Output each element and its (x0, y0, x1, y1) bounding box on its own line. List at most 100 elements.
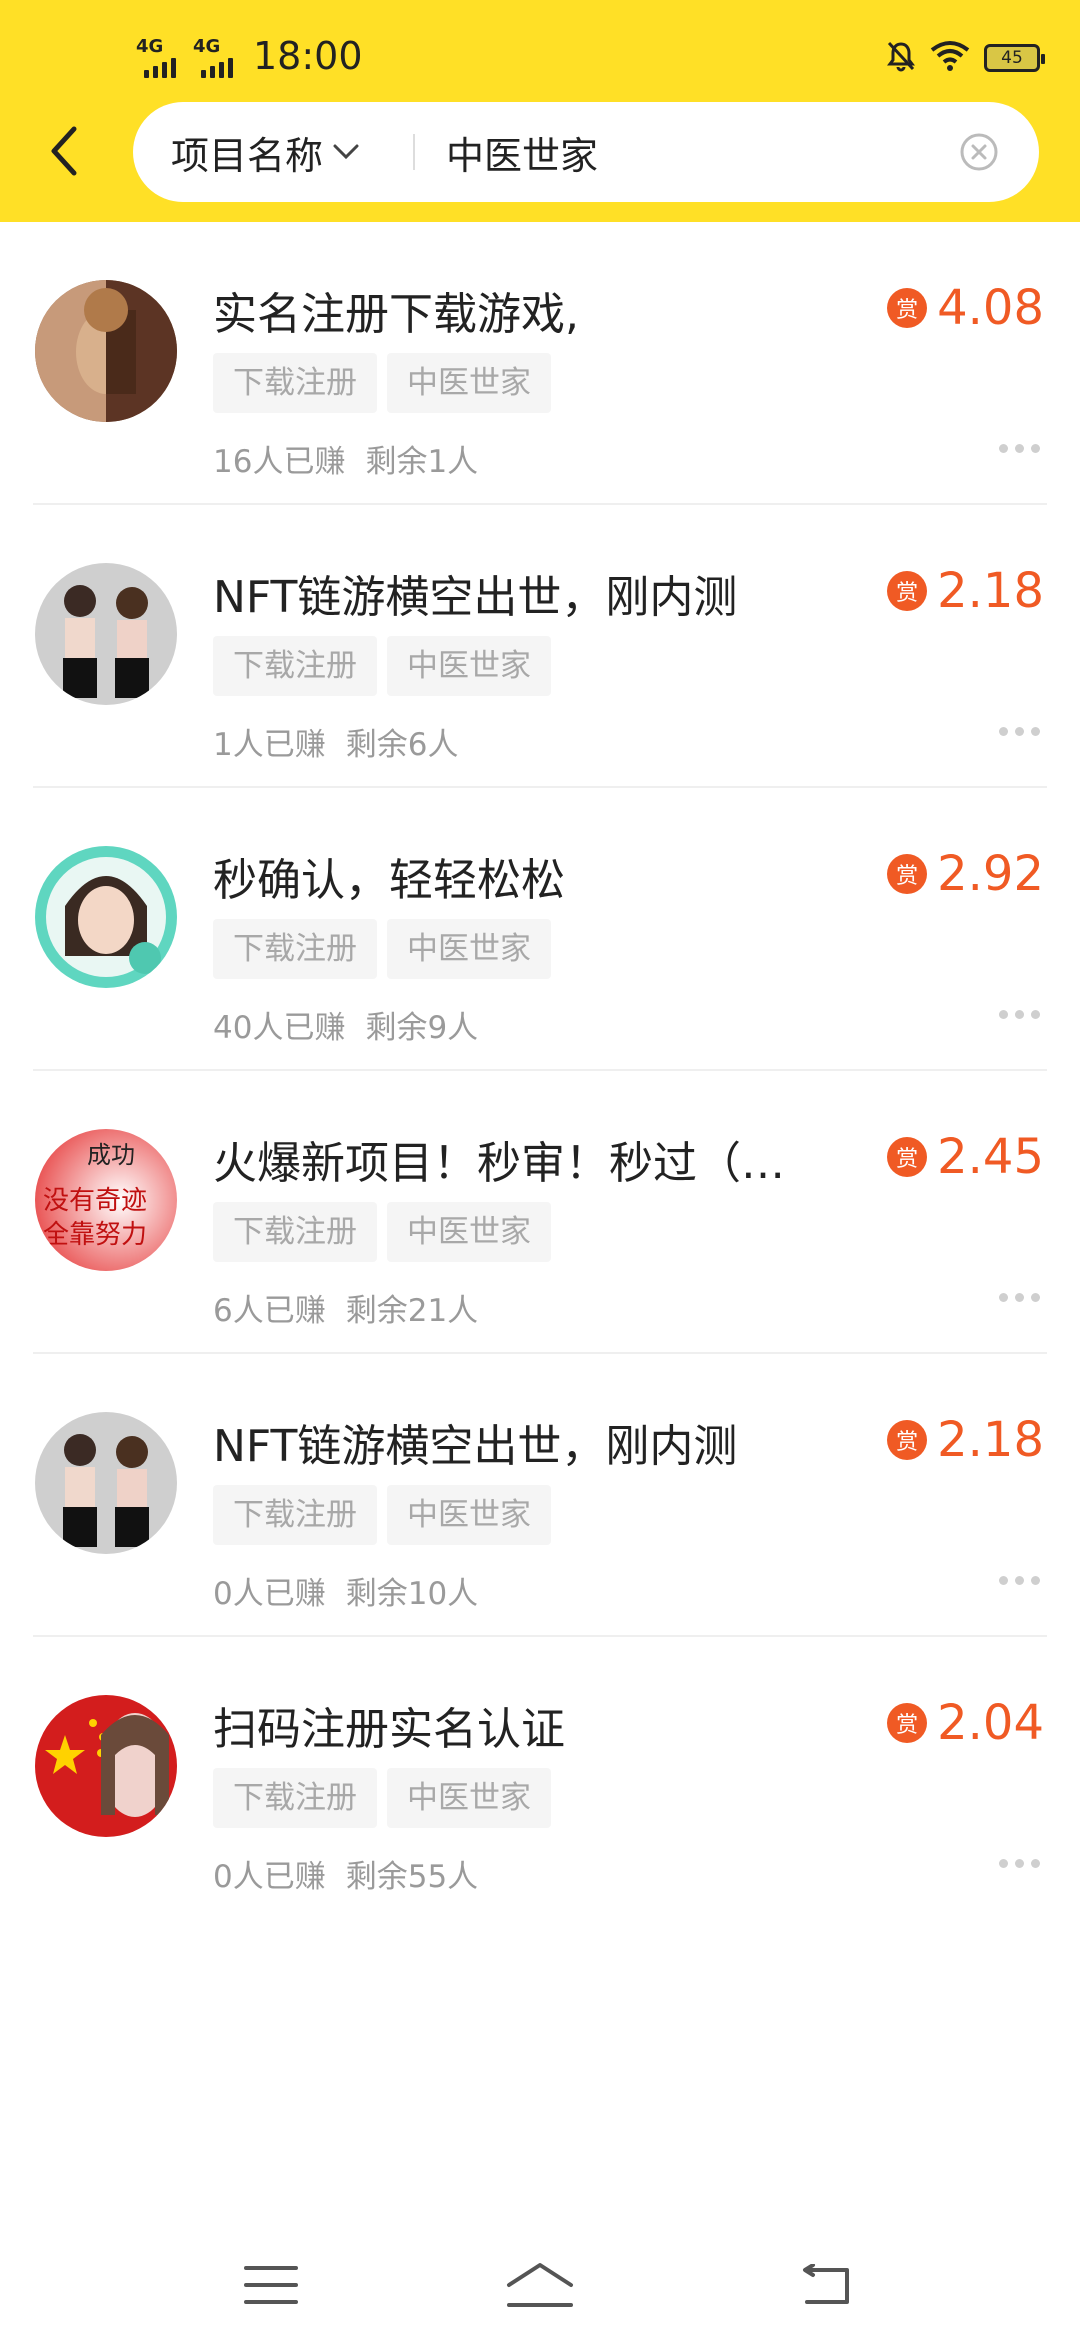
task-title: 秒确认，轻轻松松 (213, 855, 565, 906)
reward: 赏 2.92 (887, 846, 1044, 902)
wifi-icon (930, 40, 970, 76)
back-arrow-icon (51, 126, 77, 176)
reward-badge-icon: 赏 (887, 1137, 928, 1177)
status-time: 18:00 (253, 34, 363, 78)
task-tag: 中医世家 (387, 353, 551, 413)
motto-text-avatar: 成功 没有奇迹 全靠努力 (35, 1129, 177, 1271)
reward-amount: 2.45 (937, 1129, 1044, 1185)
task-title: NFT链游横空出世，刚内测 (213, 572, 738, 623)
task-tag: 下载注册 (213, 1485, 377, 1545)
reward: 赏 4.08 (887, 280, 1044, 336)
chevron-down-icon (333, 144, 359, 160)
task-title: NFT链游横空出世，刚内测 (213, 1421, 738, 1472)
motto-line-2: 没有奇迹 (43, 1186, 147, 1216)
task-stats: 6人已赚 剩余21人 (213, 1285, 478, 1330)
task-tags: 下载注册 中医世家 (213, 353, 551, 413)
task-stats: 0人已赚 剩余55人 (213, 1851, 478, 1896)
earned-count: 1人已赚 (213, 727, 326, 763)
battery-icon: 45 (984, 44, 1045, 72)
task-tag: 下载注册 (213, 1202, 377, 1262)
task-item[interactable]: 秒确认，轻轻松松 下载注册 中医世家 40人已赚 剩余9人 赏 2.92 (0, 788, 1080, 1071)
task-title: 实名注册下载游戏, (213, 289, 579, 340)
task-title: 火爆新项目！秒审！秒过（… (213, 1138, 785, 1189)
remaining-count: 剩余9人 (365, 1010, 479, 1046)
header: 4G 4G 18:00 45 项目名称 (0, 0, 1080, 222)
clear-search-button[interactable] (957, 130, 1001, 174)
reward-amount: 4.08 (937, 280, 1044, 336)
motto-line-3: 全靠努力 (43, 1220, 147, 1250)
task-tag: 下载注册 (213, 1768, 377, 1828)
task-tag: 中医世家 (387, 919, 551, 979)
earned-count: 40人已赚 (213, 1010, 346, 1046)
task-tag: 中医世家 (387, 1485, 551, 1545)
home-icon (507, 2263, 573, 2307)
reward-amount: 2.92 (937, 846, 1044, 902)
more-options-button[interactable] (999, 444, 1040, 453)
woman-portrait-avatar (35, 846, 177, 988)
remaining-count: 剩余10人 (345, 1576, 479, 1612)
sim1-label: 4G (136, 36, 164, 57)
more-options-button[interactable] (999, 1293, 1040, 1302)
task-tag: 下载注册 (213, 353, 377, 413)
system-nav-bar (0, 2230, 1080, 2340)
task-list: 实名注册下载游戏, 下载注册 中医世家 16人已赚 剩余1人 赏 4.08 NFT… (0, 222, 1080, 1920)
more-options-button[interactable] (999, 1576, 1040, 1585)
two-women-avatar (35, 1412, 177, 1554)
task-tag: 中医世家 (387, 1202, 551, 1262)
reward: 赏 2.18 (887, 1412, 1044, 1468)
back-nav-button[interactable] (790, 2250, 860, 2320)
portrait-painting-avatar (35, 280, 177, 422)
menu-icon (244, 2266, 298, 2304)
task-tag: 中医世家 (387, 636, 551, 696)
remaining-count: 剩余55人 (345, 1859, 479, 1895)
search-input[interactable] (446, 116, 946, 188)
task-item[interactable]: 成功 没有奇迹 全靠努力 火爆新项目！秒审！秒过（… 下载注册 中医世家 6人已… (0, 1071, 1080, 1354)
more-options-button[interactable] (999, 1859, 1040, 1868)
more-options-button[interactable] (999, 727, 1040, 736)
reward-badge-icon: 赏 (887, 1420, 928, 1460)
search-bar: 项目名称 (133, 102, 1039, 202)
clear-icon (960, 133, 998, 171)
status-icons: 45 (886, 40, 1045, 76)
earned-count: 6人已赚 (213, 1293, 326, 1329)
task-tag: 中医世家 (387, 1768, 551, 1828)
task-tag: 下载注册 (213, 919, 377, 979)
sim2-label: 4G (193, 36, 221, 57)
task-tags: 下载注册 中医世家 (213, 919, 551, 979)
two-women-avatar (35, 563, 177, 705)
task-stats: 40人已赚 剩余9人 (213, 1002, 478, 1047)
more-options-button[interactable] (999, 1010, 1040, 1019)
remaining-count: 剩余6人 (345, 727, 459, 763)
task-stats: 1人已赚 剩余6人 (213, 719, 458, 764)
flag-avatar (35, 1695, 177, 1837)
task-item[interactable]: NFT链游横空出世，刚内测 下载注册 中医世家 0人已赚 剩余10人 赏 2.18 (0, 1354, 1080, 1637)
task-tags: 下载注册 中医世家 (213, 636, 551, 696)
reward: 赏 2.45 (887, 1129, 1044, 1185)
motto-line-1: 成功 (87, 1141, 135, 1169)
task-stats: 0人已赚 剩余10人 (213, 1568, 478, 1613)
status-bar: 4G 4G 18:00 45 (0, 0, 1080, 110)
task-item[interactable]: 扫码注册实名认证 下载注册 中医世家 0人已赚 剩余55人 赏 2.04 (0, 1637, 1080, 1920)
reward-amount: 2.18 (937, 1412, 1044, 1468)
reward-badge-icon: 赏 (887, 571, 928, 611)
signal-sim1-icon: 4G (136, 36, 176, 78)
back-button[interactable] (36, 120, 90, 182)
reward-badge-icon: 赏 (887, 288, 928, 328)
earned-count: 0人已赚 (213, 1859, 326, 1895)
task-tag: 下载注册 (213, 636, 377, 696)
reward: 赏 2.04 (887, 1695, 1044, 1751)
menu-button[interactable] (236, 2250, 306, 2320)
task-tags: 下载注册 中医世家 (213, 1202, 551, 1262)
task-item[interactable]: 实名注册下载游戏, 下载注册 中医世家 16人已赚 剩余1人 赏 4.08 (0, 222, 1080, 505)
search-type-dropdown[interactable]: 项目名称 (171, 102, 359, 202)
task-title: 扫码注册实名认证 (213, 1704, 565, 1755)
reward: 赏 2.18 (887, 563, 1044, 619)
task-stats: 16人已赚 剩余1人 (213, 436, 478, 481)
reward-amount: 2.18 (937, 563, 1044, 619)
mute-bell-icon (886, 40, 916, 76)
signal-sim2-icon: 4G (193, 36, 233, 78)
home-button[interactable] (505, 2250, 575, 2320)
remaining-count: 剩余21人 (345, 1293, 479, 1329)
task-item[interactable]: NFT链游横空出世，刚内测 下载注册 中医世家 1人已赚 剩余6人 赏 2.18 (0, 505, 1080, 788)
return-icon (803, 2264, 849, 2304)
